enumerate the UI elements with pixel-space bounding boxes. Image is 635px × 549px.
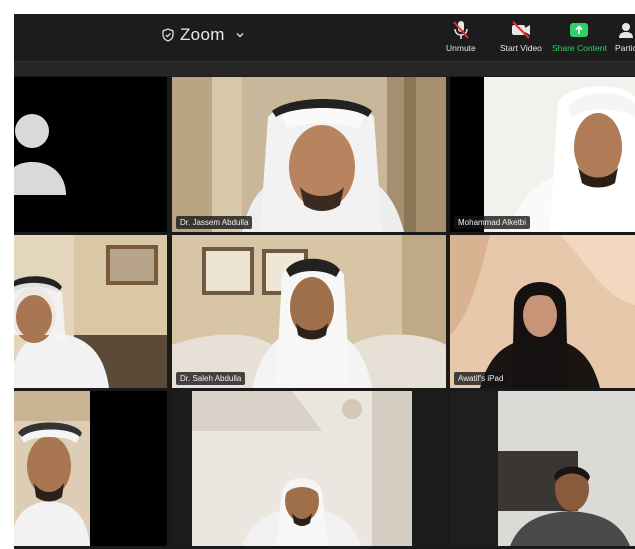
participant-name: Dr. Jassem Abdulla bbox=[176, 216, 253, 229]
muted-mic-icon bbox=[453, 21, 469, 39]
participant-video bbox=[14, 235, 167, 388]
video-tile-3[interactable]: Mohammad Alketbi bbox=[450, 77, 635, 232]
video-tile-4[interactable] bbox=[14, 235, 167, 388]
video-tile-7-active-speaker[interactable] bbox=[14, 391, 167, 546]
unmute-label: Unmute bbox=[446, 43, 476, 53]
participant-video bbox=[450, 235, 635, 388]
participant-video bbox=[172, 77, 446, 232]
participant-video bbox=[172, 235, 446, 388]
participant-name: Awatif's iPad bbox=[454, 372, 508, 385]
chevron-down-icon[interactable] bbox=[235, 30, 245, 40]
participants-button[interactable]: Partic bbox=[615, 20, 635, 60]
video-tile-2[interactable]: Dr. Jassem Abdulla bbox=[172, 77, 446, 232]
start-video-label: Start Video bbox=[500, 43, 542, 53]
share-screen-icon bbox=[570, 23, 589, 37]
avatar-placeholder-icon bbox=[14, 77, 167, 232]
participant-video bbox=[14, 391, 167, 546]
video-tile-8[interactable] bbox=[172, 391, 446, 546]
unmute-button[interactable]: Unmute bbox=[446, 20, 476, 60]
video-tile-5[interactable]: Dr. Saleh Abdulla bbox=[172, 235, 446, 388]
share-content-label: Share Content bbox=[552, 43, 607, 53]
participant-name: Dr. Saleh Abdulla bbox=[176, 372, 246, 385]
zoom-window: Zoom Unmute Start Video Share Content Pa… bbox=[14, 14, 635, 549]
video-off-icon bbox=[511, 21, 530, 39]
video-tile-6[interactable]: Awatif's iPad bbox=[450, 235, 635, 388]
participant-name: Mohammad Alketbi bbox=[454, 216, 531, 229]
participant-video bbox=[450, 77, 635, 232]
participant-video bbox=[450, 391, 635, 546]
start-video-button[interactable]: Start Video bbox=[500, 20, 542, 60]
participants-icon bbox=[618, 23, 633, 38]
video-tile-1[interactable] bbox=[14, 77, 167, 232]
participants-label: Partic bbox=[615, 43, 635, 53]
share-content-button[interactable]: Share Content bbox=[552, 20, 607, 60]
video-tile-9[interactable] bbox=[450, 391, 635, 546]
shield-icon bbox=[162, 28, 174, 42]
app-title: Zoom bbox=[180, 25, 225, 44]
top-toolbar: Zoom Unmute Start Video Share Content Pa… bbox=[14, 14, 635, 61]
participant-video bbox=[172, 391, 446, 546]
meeting-title[interactable]: Zoom bbox=[162, 23, 245, 47]
toolbar-divider bbox=[14, 61, 635, 76]
